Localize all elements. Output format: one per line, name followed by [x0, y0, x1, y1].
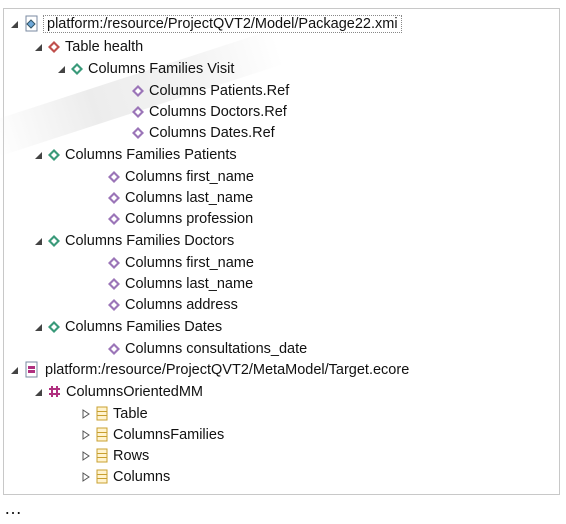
tree-row-family-dates[interactable]: Columns Families Dates: [32, 316, 222, 337]
green-diamond-icon: [48, 320, 60, 333]
eclass-icon: [96, 406, 108, 421]
tree-item-label: Columns: [113, 468, 171, 485]
collapsed-arrow-icon[interactable]: [80, 429, 92, 441]
purple-diamond-icon: [108, 277, 120, 290]
purple-diamond-icon: [108, 212, 120, 225]
tree-item-label: Columns first_name: [125, 168, 254, 185]
tree-row-ecore-resource[interactable]: platform:/resource/ProjectQVT2/MetaModel…: [8, 359, 409, 380]
expanded-arrow-icon[interactable]: [8, 364, 20, 376]
purple-diamond-icon: [108, 342, 120, 355]
purple-diamond-icon: [108, 298, 120, 311]
ellipsis: …: [4, 498, 23, 518]
purple-diamond-icon: [132, 126, 144, 139]
expanded-arrow-icon[interactable]: [8, 18, 20, 30]
collapsed-arrow-icon[interactable]: [80, 450, 92, 462]
tree-row-column[interactable]: Columns Doctors.Ref: [132, 101, 287, 122]
tree-row-column[interactable]: Columns first_name: [108, 252, 254, 273]
expanded-arrow-icon[interactable]: [32, 41, 44, 53]
tree-item-label: Columns last_name: [125, 189, 254, 206]
tree-row-column[interactable]: Columns profession: [108, 208, 253, 229]
tree-item-label: Columns Families Dates: [65, 318, 223, 335]
tree-item-label: Columns Doctors.Ref: [149, 103, 287, 120]
tree-item-label: Columns Patients.Ref: [149, 82, 290, 99]
tree-item-label: Columns Dates.Ref: [149, 124, 275, 141]
collapsed-arrow-icon[interactable]: [80, 408, 92, 420]
eclass-icon: [96, 427, 108, 442]
tree-item-label: ColumnsFamilies: [113, 426, 225, 443]
tree-item-label: Columns profession: [125, 210, 254, 227]
tree-item-label: Columns first_name: [125, 254, 254, 271]
tree-row-column[interactable]: Columns Dates.Ref: [132, 122, 275, 143]
tree-row-column[interactable]: Columns last_name: [108, 273, 253, 294]
tree-row-eclass[interactable]: Columns: [80, 466, 170, 487]
tree-item-label: Table health: [65, 38, 144, 55]
tree-row-column[interactable]: Columns Patients.Ref: [132, 80, 289, 101]
purple-diamond-icon: [108, 191, 120, 204]
tree-item-label: Columns last_name: [125, 275, 254, 292]
tree-item-label: Columns Families Patients: [65, 146, 237, 163]
tree-row-eclass[interactable]: ColumnsFamilies: [80, 424, 224, 445]
tree-item-label: Columns Families Doctors: [65, 232, 235, 249]
purple-diamond-icon: [132, 84, 144, 97]
tree-item-label: platform:/resource/ProjectQVT2/MetaModel…: [45, 361, 410, 378]
expanded-arrow-icon[interactable]: [32, 321, 44, 333]
tree-row-eclass[interactable]: Rows: [80, 445, 149, 466]
tree-item-label: platform:/resource/ProjectQVT2/Model/Pac…: [43, 14, 402, 33]
tree-item-label: Rows: [113, 447, 150, 464]
tree-row-column[interactable]: Columns last_name: [108, 187, 253, 208]
purple-diamond-icon: [132, 105, 144, 118]
tree-row-family-patients[interactable]: Columns Families Patients: [32, 144, 237, 165]
green-diamond-icon: [48, 148, 60, 161]
green-diamond-icon: [71, 62, 83, 75]
tree-row-column[interactable]: Columns address: [108, 294, 238, 315]
tree-row-family-doctors[interactable]: Columns Families Doctors: [32, 230, 234, 251]
red-diamond-icon: [48, 40, 60, 53]
tree-item-label: Columns consultations_date: [125, 340, 308, 357]
tree-row-package[interactable]: ColumnsOrientedMM: [32, 381, 203, 402]
tree-row-family-visit[interactable]: Columns Families Visit: [55, 58, 234, 79]
tree-item-label: ColumnsOrientedMM: [66, 383, 203, 400]
tree-row-column[interactable]: Columns consultations_date: [108, 338, 307, 359]
tree-row-column[interactable]: Columns first_name: [108, 166, 254, 187]
ecore-file-icon: [24, 361, 40, 378]
tree-item-label: Columns address: [125, 296, 238, 313]
tree-row-table[interactable]: Table health: [32, 36, 143, 57]
collapsed-arrow-icon[interactable]: [80, 471, 92, 483]
tree-row-eclass[interactable]: Table: [80, 403, 148, 424]
green-diamond-icon: [48, 234, 60, 247]
tree-item-label: Columns Families Visit: [88, 60, 235, 77]
purple-diamond-icon: [108, 170, 120, 183]
tree-row-xmi-resource[interactable]: platform:/resource/ProjectQVT2/Model/Pac…: [8, 13, 402, 34]
expanded-arrow-icon[interactable]: [55, 63, 67, 75]
eclass-icon: [96, 448, 108, 463]
expanded-arrow-icon[interactable]: [32, 149, 44, 161]
eclass-icon: [96, 469, 108, 484]
package-icon: [48, 385, 61, 398]
expanded-arrow-icon[interactable]: [32, 386, 44, 398]
expanded-arrow-icon[interactable]: [32, 235, 44, 247]
purple-diamond-icon: [108, 256, 120, 269]
tree-item-label: Table: [113, 405, 148, 422]
xmi-file-icon: [24, 15, 40, 32]
